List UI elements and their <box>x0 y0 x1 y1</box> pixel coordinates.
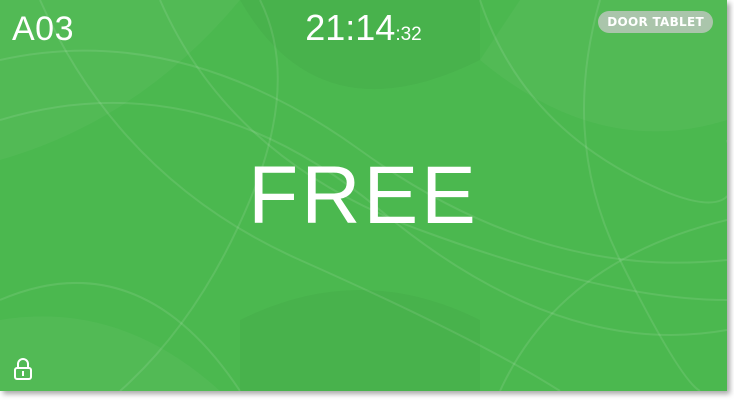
door-tablet-screen: A03 21:14:32 DOOR TABLET FREE <box>0 0 727 391</box>
lock-icon-glyph <box>14 358 32 380</box>
lock-icon[interactable] <box>12 357 34 381</box>
room-status: FREE <box>248 150 479 241</box>
clock-seconds: :32 <box>395 24 422 45</box>
door-tablet-badge: DOOR TABLET <box>598 11 713 33</box>
clock-hours-minutes: 21:14 <box>305 7 396 48</box>
